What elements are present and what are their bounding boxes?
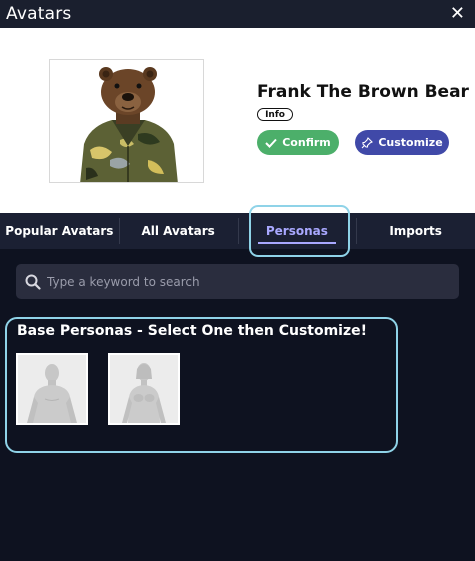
tab-personas[interactable]: Personas	[237, 213, 357, 249]
avatar-tabs: Popular Avatars All Avatars Personas Imp…	[0, 213, 475, 249]
confirm-label: Confirm	[282, 136, 331, 149]
title-bar: Avatars ✕	[0, 0, 475, 28]
female-persona-icon	[122, 363, 166, 423]
info-button[interactable]: Info	[257, 108, 293, 121]
customize-label: Customize	[378, 136, 443, 149]
customize-button[interactable]: Customize	[355, 130, 449, 155]
tab-popular-avatars[interactable]: Popular Avatars	[0, 213, 119, 249]
tab-all-avatars[interactable]: All Avatars	[118, 213, 238, 249]
tab-label: Popular Avatars	[5, 224, 114, 238]
tab-label: Personas	[265, 224, 328, 238]
tab-label: Imports	[389, 224, 442, 238]
persona-female[interactable]	[108, 353, 180, 425]
tab-imports[interactable]: Imports	[356, 213, 475, 249]
pin-icon	[361, 136, 374, 148]
close-icon[interactable]: ✕	[450, 5, 469, 23]
bear-avatar-image	[80, 67, 178, 182]
search-icon	[25, 274, 41, 290]
avatar-name: Frank The Brown Bear	[257, 82, 469, 102]
avatar-preview-panel: Frank The Brown Bear Info Confirm Custom…	[0, 28, 475, 213]
male-persona-icon	[27, 364, 77, 423]
checkmark-icon	[265, 138, 277, 148]
window-title: Avatars	[6, 4, 72, 24]
persona-male[interactable]	[16, 353, 88, 425]
confirm-button[interactable]: Confirm	[257, 130, 339, 155]
avatar-portrait	[49, 59, 204, 183]
tab-label: All Avatars	[141, 224, 215, 238]
active-tab-underline	[257, 242, 337, 244]
search-bar[interactable]	[16, 264, 459, 299]
base-personas-title: Base Personas - Select One then Customiz…	[17, 323, 368, 339]
search-input[interactable]	[47, 274, 447, 289]
